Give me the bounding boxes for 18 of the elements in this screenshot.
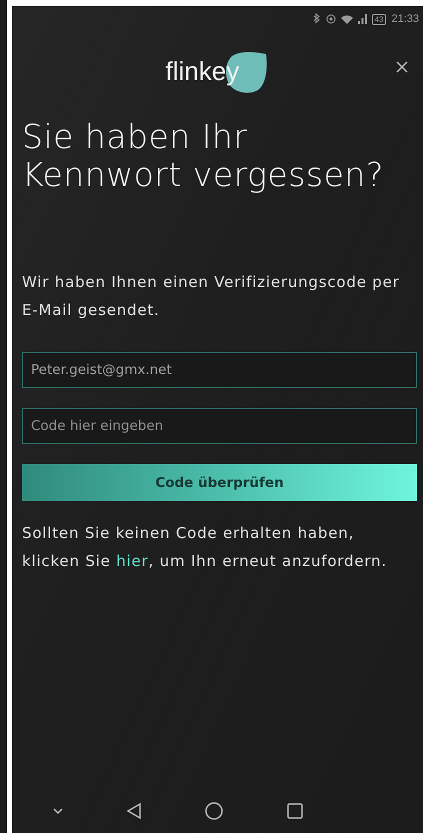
back-icon[interactable] xyxy=(126,802,142,820)
battery-level: 43 xyxy=(372,14,386,24)
close-button[interactable] xyxy=(395,60,409,74)
resend-instructions: Sollten Sie keinen Code erhalten haben, klicken Sie hier, um Ihn erneut anzufordern. xyxy=(22,523,388,572)
verify-code-button[interactable]: Code überprüfen xyxy=(22,464,417,501)
wifi-icon xyxy=(340,14,353,24)
recent-apps-icon[interactable] xyxy=(286,802,304,820)
email-field[interactable]: Peter.geist@gmx.net xyxy=(22,352,417,388)
resend-link[interactable]: hier xyxy=(116,552,149,570)
collapse-icon[interactable] xyxy=(52,807,64,815)
info-message: Wir haben Ihnen einen Verifizierungscode per E-Mail gesendet. xyxy=(22,272,401,321)
page-title: Sie haben Ihr Kennwort vergessen? xyxy=(22,118,385,194)
signal-icon xyxy=(358,14,367,24)
bluetooth-icon xyxy=(312,13,321,25)
code-field[interactable]: Code hier eingeben xyxy=(22,408,417,444)
home-icon[interactable] xyxy=(204,801,224,821)
eye-icon xyxy=(326,14,336,24)
clock-time: 21:33 xyxy=(391,13,419,25)
